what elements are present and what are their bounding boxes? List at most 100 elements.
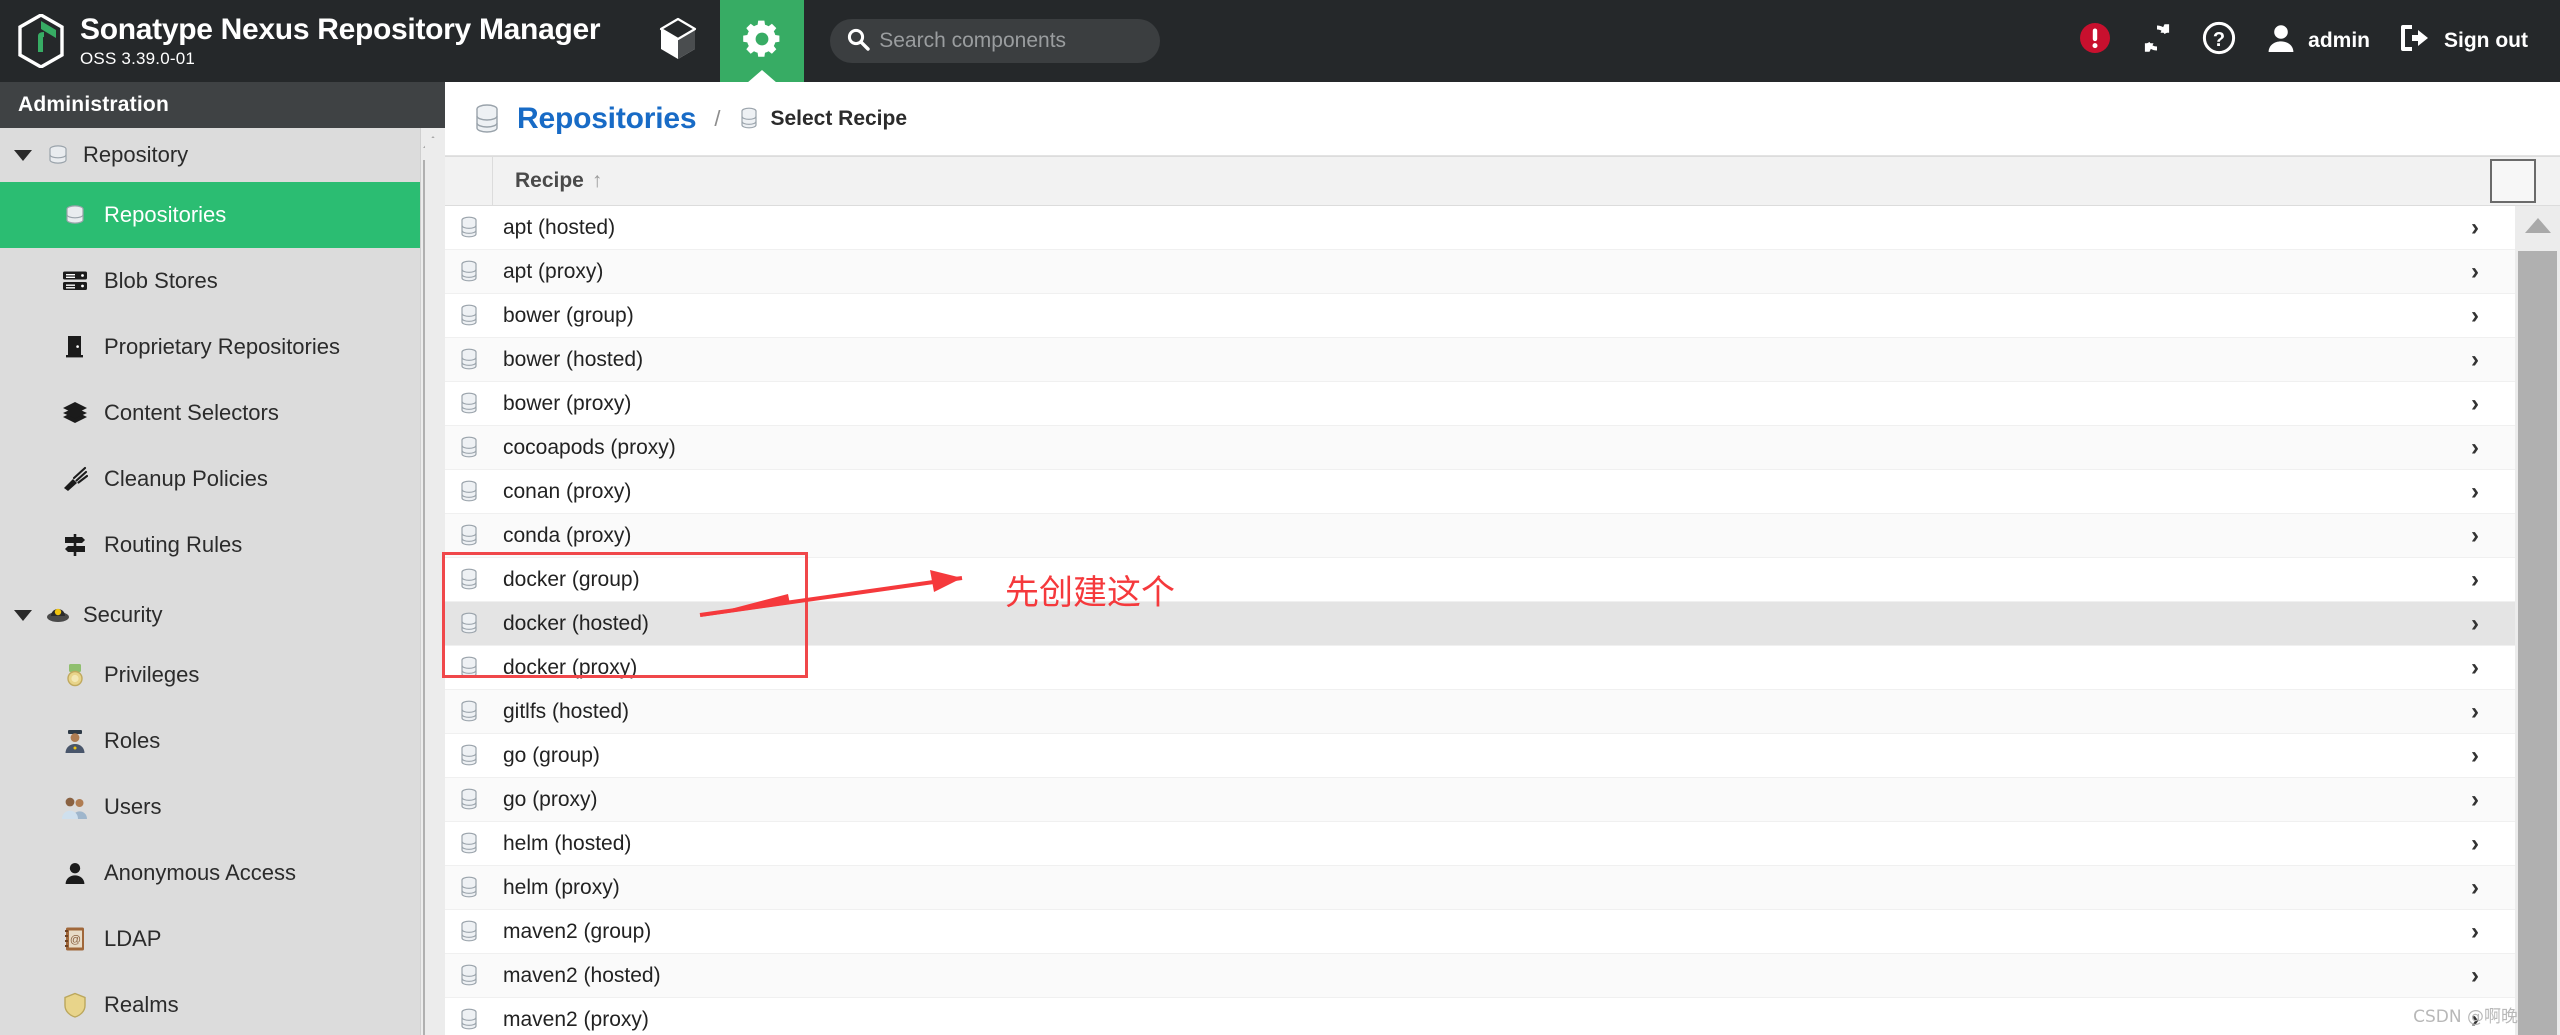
chevron-right-icon[interactable]: › (2471, 918, 2479, 946)
grid-header-recipe[interactable]: Recipe ↑ (493, 157, 2490, 205)
chevron-right-icon[interactable]: › (2471, 390, 2479, 418)
sidebar-item-roles[interactable]: Roles (0, 708, 420, 774)
chevron-right-icon[interactable]: › (2471, 962, 2479, 990)
signpost-icon (60, 532, 90, 558)
table-row[interactable]: maven2 (proxy) › (445, 998, 2515, 1035)
user-label: admin (2308, 29, 2371, 52)
recipe-label: cocoapods (proxy) (503, 435, 676, 459)
table-row[interactable]: docker (proxy) › (445, 646, 2515, 690)
signout-button[interactable]: Sign out (2398, 22, 2528, 60)
recipe-label: gitlfs (hosted) (503, 699, 630, 723)
cube-icon (658, 17, 698, 66)
breadcrumb: Repositories / Select Recipe (445, 82, 2560, 156)
sidebar-item-blob-stores[interactable]: Blob Stores (0, 248, 420, 314)
table-row[interactable]: bower (group) › (445, 294, 2515, 338)
table-row[interactable]: bower (hosted) › (445, 338, 2515, 382)
table-row[interactable]: conda (proxy) › (445, 514, 2515, 558)
breadcrumb-separator: / (714, 105, 721, 131)
signout-label: Sign out (2444, 29, 2528, 52)
sidebar-item-privileges[interactable]: Privileges (0, 642, 420, 708)
table-row[interactable]: docker (hosted) › (445, 602, 2515, 646)
sidebar-item-cleanup-policies[interactable]: Cleanup Policies (0, 446, 420, 512)
table-row[interactable]: docker (group) › (445, 558, 2515, 602)
chevron-right-icon[interactable]: › (2471, 478, 2479, 506)
table-row[interactable]: apt (hosted) › (445, 206, 2515, 250)
sidebar-item-realms[interactable]: Realms (0, 972, 420, 1035)
alert-button[interactable] (2078, 21, 2112, 61)
sidebar-item-repositories[interactable]: Repositories (0, 182, 420, 248)
sidebar-item-label: Anonymous Access (104, 860, 296, 885)
sidebar-item-proprietary-repositories[interactable]: Proprietary Repositories (0, 314, 420, 380)
table-row[interactable]: helm (hosted) › (445, 822, 2515, 866)
chevron-down-icon (14, 149, 32, 161)
recipe-label: go (group) (503, 743, 600, 767)
content-scrollbar[interactable] (425, 138, 445, 1035)
database-icon (445, 567, 493, 593)
tab-browse[interactable] (636, 0, 720, 82)
chevron-right-icon[interactable]: › (2471, 830, 2479, 858)
table-row[interactable]: helm (proxy) › (445, 866, 2515, 910)
address-book-icon: @ (60, 926, 90, 952)
sidebar-item-label: Blob Stores (104, 268, 218, 293)
sidebar-group-security[interactable]: Security (0, 588, 420, 642)
table-row[interactable]: go (group) › (445, 734, 2515, 778)
grid-scrollbar-thumb[interactable] (2518, 251, 2557, 1035)
brand-logo-group[interactable]: Sonatype Nexus Repository Manager OSS 3.… (0, 13, 601, 69)
chevron-right-icon[interactable]: › (2471, 214, 2479, 242)
table-row[interactable]: gitlfs (hosted) › (445, 690, 2515, 734)
grid-header-settings-cell[interactable] (2490, 159, 2536, 203)
chevron-right-icon[interactable]: › (2471, 654, 2479, 682)
chevron-right-icon[interactable]: › (2471, 742, 2479, 770)
recipe-grid: Recipe ↑ apt (hosted) › apt (proxy) › bower … (425, 138, 2560, 1035)
chevron-right-icon[interactable]: › (2471, 610, 2479, 638)
users-icon (60, 794, 90, 820)
chevron-right-icon[interactable]: › (2471, 302, 2479, 330)
search-icon (846, 27, 870, 56)
help-button[interactable]: ? (2202, 21, 2236, 61)
refresh-button[interactable] (2140, 21, 2174, 61)
chevron-right-icon[interactable]: › (2471, 566, 2479, 594)
table-row[interactable]: bower (proxy) › (445, 382, 2515, 426)
database-icon (445, 303, 493, 329)
sidebar-scroll-area: Repository Repositories Blob Stores Prop… (0, 128, 420, 1035)
sidebar-group-repository[interactable]: Repository (0, 128, 420, 182)
grid-scrollbar[interactable] (2515, 206, 2560, 1035)
search-input[interactable] (879, 29, 1145, 53)
tab-administration[interactable] (720, 0, 805, 82)
breadcrumb-root-link[interactable]: Repositories (517, 102, 697, 136)
database-icon (445, 787, 493, 813)
chevron-right-icon[interactable]: › (2471, 698, 2479, 726)
scroll-up-icon[interactable] (2524, 218, 2551, 233)
table-row[interactable]: apt (proxy) › (445, 250, 2515, 294)
sidebar-item-routing-rules[interactable]: Routing Rules (0, 512, 420, 578)
chevron-right-icon[interactable]: › (2471, 346, 2479, 374)
sidebar-item-ldap[interactable]: @ LDAP (0, 906, 420, 972)
chevron-right-icon[interactable]: › (2471, 874, 2479, 902)
table-row[interactable]: conan (proxy) › (445, 470, 2515, 514)
table-row[interactable]: go (proxy) › (445, 778, 2515, 822)
database-icon (445, 435, 493, 461)
user-menu-button[interactable]: admin (2264, 21, 2370, 61)
recipe-label: bower (hosted) (503, 347, 644, 371)
chevron-right-icon[interactable]: › (2471, 258, 2479, 286)
chevron-right-icon[interactable]: › (2471, 786, 2479, 814)
database-icon (445, 479, 493, 505)
sidebar-item-users[interactable]: Users (0, 774, 420, 840)
svg-text:@: @ (70, 934, 81, 946)
database-icon (445, 875, 493, 901)
table-row[interactable]: cocoapods (proxy) › (445, 426, 2515, 470)
sort-ascending-icon[interactable]: ↑ (592, 169, 603, 193)
chevron-right-icon[interactable]: › (2471, 522, 2479, 550)
brand-version: OSS 3.39.0-01 (80, 48, 196, 68)
chevron-right-icon[interactable]: › (2471, 434, 2479, 462)
database-icon (445, 655, 493, 681)
recipe-label: bower (group) (503, 303, 634, 327)
table-row[interactable]: maven2 (group) › (445, 910, 2515, 954)
sidebar-item-anonymous-access[interactable]: Anonymous Access (0, 840, 420, 906)
annotation-text: 先创建这个 (1005, 573, 1175, 613)
database-icon (445, 743, 493, 769)
search-components-box[interactable] (830, 19, 1161, 63)
sidebar-item-content-selectors[interactable]: Content Selectors (0, 380, 420, 446)
table-row[interactable]: maven2 (hosted) › (445, 954, 2515, 998)
sidebar-item-label: Routing Rules (104, 532, 243, 557)
